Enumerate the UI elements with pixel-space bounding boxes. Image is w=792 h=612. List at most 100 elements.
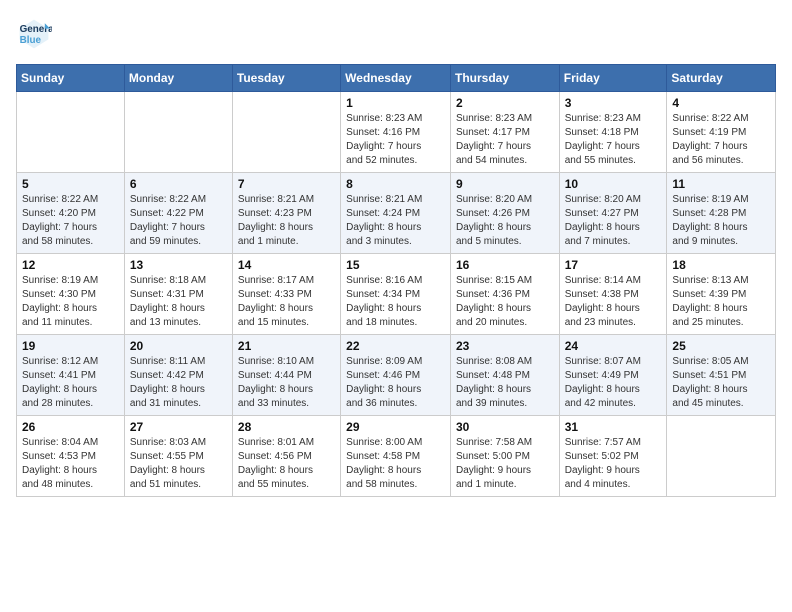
day-info: Sunrise: 8:22 AM Sunset: 4:19 PM Dayligh…: [672, 112, 770, 168]
day-number: 4: [672, 96, 770, 110]
calendar-cell: 27 Sunrise: 8:03 AM Sunset: 4:55 PM Dayli…: [124, 416, 232, 497]
day-info: Sunrise: 8:22 AM Sunset: 4:20 PM Dayligh…: [22, 193, 119, 249]
day-info: Sunrise: 7:58 AM Sunset: 5:00 PM Dayligh…: [456, 436, 554, 492]
calendar-cell: 1Sunrise: 8:23 AM Sunset: 4:16 PM Daylig…: [341, 92, 451, 173]
day-info: Sunrise: 8:03 AM Sunset: 4:55 PM Dayligh…: [130, 436, 227, 492]
calendar-header-row: SundayMondayTuesdayWednesdayThursdayFrid…: [17, 65, 776, 92]
calendar-week-row: 19 Sunrise: 8:12 AM Sunset: 4:41 PM Dayli…: [17, 335, 776, 416]
calendar-cell: [17, 92, 125, 173]
day-number: 6: [130, 177, 227, 191]
col-header-friday: Friday: [559, 65, 667, 92]
day-number: 12: [22, 258, 119, 272]
day-info: Sunrise: 8:19 AM Sunset: 4:30 PM Dayligh…: [22, 274, 119, 330]
calendar-cell: 20 Sunrise: 8:11 AM Sunset: 4:42 PM Dayli…: [124, 335, 232, 416]
day-number: 18: [672, 258, 770, 272]
day-number: 26: [22, 420, 119, 434]
day-number: 2: [456, 96, 554, 110]
day-number: 14: [238, 258, 335, 272]
day-info: Sunrise: 8:16 AM Sunset: 4:34 PM Dayligh…: [346, 274, 445, 330]
col-header-saturday: Saturday: [667, 65, 776, 92]
calendar-cell: 10 Sunrise: 8:20 AM Sunset: 4:27 PM Dayli…: [559, 173, 667, 254]
calendar-cell: 9 Sunrise: 8:20 AM Sunset: 4:26 PM Daylig…: [450, 173, 559, 254]
calendar-cell: [124, 92, 232, 173]
day-info: Sunrise: 8:04 AM Sunset: 4:53 PM Dayligh…: [22, 436, 119, 492]
calendar-cell: 17 Sunrise: 8:14 AM Sunset: 4:38 PM Dayli…: [559, 254, 667, 335]
calendar-cell: 28 Sunrise: 8:01 AM Sunset: 4:56 PM Dayli…: [232, 416, 340, 497]
day-info: Sunrise: 8:20 AM Sunset: 4:27 PM Dayligh…: [565, 193, 662, 249]
day-info: Sunrise: 8:15 AM Sunset: 4:36 PM Dayligh…: [456, 274, 554, 330]
day-number: 25: [672, 339, 770, 353]
calendar-cell: 23 Sunrise: 8:08 AM Sunset: 4:48 PM Dayli…: [450, 335, 559, 416]
day-number: 19: [22, 339, 119, 353]
calendar-cell: 6 Sunrise: 8:22 AM Sunset: 4:22 PM Daylig…: [124, 173, 232, 254]
day-info: Sunrise: 8:17 AM Sunset: 4:33 PM Dayligh…: [238, 274, 335, 330]
day-info: Sunrise: 8:11 AM Sunset: 4:42 PM Dayligh…: [130, 355, 227, 411]
day-info: Sunrise: 8:13 AM Sunset: 4:39 PM Dayligh…: [672, 274, 770, 330]
calendar-cell: 11Sunrise: 8:19 AM Sunset: 4:28 PM Dayli…: [667, 173, 776, 254]
day-number: 9: [456, 177, 554, 191]
logo: General Blue: [16, 16, 58, 52]
calendar-week-row: 5 Sunrise: 8:22 AM Sunset: 4:20 PM Daylig…: [17, 173, 776, 254]
day-info: Sunrise: 8:12 AM Sunset: 4:41 PM Dayligh…: [22, 355, 119, 411]
day-info: Sunrise: 8:22 AM Sunset: 4:22 PM Dayligh…: [130, 193, 227, 249]
day-info: Sunrise: 8:18 AM Sunset: 4:31 PM Dayligh…: [130, 274, 227, 330]
col-header-wednesday: Wednesday: [341, 65, 451, 92]
day-number: 16: [456, 258, 554, 272]
day-number: 23: [456, 339, 554, 353]
day-number: 17: [565, 258, 662, 272]
calendar-cell: 12 Sunrise: 8:19 AM Sunset: 4:30 PM Dayli…: [17, 254, 125, 335]
calendar-cell: 8Sunrise: 8:21 AM Sunset: 4:24 PM Daylig…: [341, 173, 451, 254]
logo-icon: General Blue: [16, 16, 52, 52]
calendar-week-row: 26 Sunrise: 8:04 AM Sunset: 4:53 PM Dayli…: [17, 416, 776, 497]
day-info: Sunrise: 8:09 AM Sunset: 4:46 PM Dayligh…: [346, 355, 445, 411]
day-number: 29: [346, 420, 445, 434]
day-info: Sunrise: 7:57 AM Sunset: 5:02 PM Dayligh…: [565, 436, 662, 492]
calendar-cell: 31Sunrise: 7:57 AM Sunset: 5:02 PM Dayli…: [559, 416, 667, 497]
calendar-cell: 25Sunrise: 8:05 AM Sunset: 4:51 PM Dayli…: [667, 335, 776, 416]
day-number: 5: [22, 177, 119, 191]
day-number: 8: [346, 177, 445, 191]
calendar-cell: 5 Sunrise: 8:22 AM Sunset: 4:20 PM Daylig…: [17, 173, 125, 254]
day-info: Sunrise: 8:01 AM Sunset: 4:56 PM Dayligh…: [238, 436, 335, 492]
page-header: General Blue: [16, 16, 776, 52]
day-number: 20: [130, 339, 227, 353]
calendar-week-row: 12 Sunrise: 8:19 AM Sunset: 4:30 PM Dayli…: [17, 254, 776, 335]
calendar-cell: 18 Sunrise: 8:13 AM Sunset: 4:39 PM Dayli…: [667, 254, 776, 335]
col-header-sunday: Sunday: [17, 65, 125, 92]
day-number: 24: [565, 339, 662, 353]
day-number: 21: [238, 339, 335, 353]
calendar-cell: 22 Sunrise: 8:09 AM Sunset: 4:46 PM Dayli…: [341, 335, 451, 416]
day-info: Sunrise: 8:00 AM Sunset: 4:58 PM Dayligh…: [346, 436, 445, 492]
day-number: 22: [346, 339, 445, 353]
day-info: Sunrise: 8:08 AM Sunset: 4:48 PM Dayligh…: [456, 355, 554, 411]
col-header-thursday: Thursday: [450, 65, 559, 92]
day-number: 27: [130, 420, 227, 434]
day-info: Sunrise: 8:20 AM Sunset: 4:26 PM Dayligh…: [456, 193, 554, 249]
day-info: Sunrise: 8:07 AM Sunset: 4:49 PM Dayligh…: [565, 355, 662, 411]
calendar-cell: 30 Sunrise: 7:58 AM Sunset: 5:00 PM Dayli…: [450, 416, 559, 497]
day-number: 28: [238, 420, 335, 434]
day-number: 10: [565, 177, 662, 191]
calendar-cell: 26 Sunrise: 8:04 AM Sunset: 4:53 PM Dayli…: [17, 416, 125, 497]
calendar-cell: 21 Sunrise: 8:10 AM Sunset: 4:44 PM Dayli…: [232, 335, 340, 416]
day-info: Sunrise: 8:23 AM Sunset: 4:16 PM Dayligh…: [346, 112, 445, 168]
calendar-cell: 3Sunrise: 8:23 AM Sunset: 4:18 PM Daylig…: [559, 92, 667, 173]
calendar-cell: 16 Sunrise: 8:15 AM Sunset: 4:36 PM Dayli…: [450, 254, 559, 335]
calendar-week-row: 1Sunrise: 8:23 AM Sunset: 4:16 PM Daylig…: [17, 92, 776, 173]
day-number: 7: [238, 177, 335, 191]
day-number: 13: [130, 258, 227, 272]
calendar-cell: 2 Sunrise: 8:23 AM Sunset: 4:17 PM Daylig…: [450, 92, 559, 173]
calendar-cell: 13 Sunrise: 8:18 AM Sunset: 4:31 PM Dayli…: [124, 254, 232, 335]
calendar-table: SundayMondayTuesdayWednesdayThursdayFrid…: [16, 64, 776, 497]
day-info: Sunrise: 8:23 AM Sunset: 4:17 PM Dayligh…: [456, 112, 554, 168]
col-header-tuesday: Tuesday: [232, 65, 340, 92]
calendar-cell: 4 Sunrise: 8:22 AM Sunset: 4:19 PM Daylig…: [667, 92, 776, 173]
svg-text:Blue: Blue: [20, 35, 42, 46]
day-info: Sunrise: 8:14 AM Sunset: 4:38 PM Dayligh…: [565, 274, 662, 330]
day-info: Sunrise: 8:10 AM Sunset: 4:44 PM Dayligh…: [238, 355, 335, 411]
calendar-cell: 7Sunrise: 8:21 AM Sunset: 4:23 PM Daylig…: [232, 173, 340, 254]
calendar-cell: 19 Sunrise: 8:12 AM Sunset: 4:41 PM Dayli…: [17, 335, 125, 416]
day-number: 30: [456, 420, 554, 434]
calendar-cell: 14 Sunrise: 8:17 AM Sunset: 4:33 PM Dayli…: [232, 254, 340, 335]
day-info: Sunrise: 8:23 AM Sunset: 4:18 PM Dayligh…: [565, 112, 662, 168]
